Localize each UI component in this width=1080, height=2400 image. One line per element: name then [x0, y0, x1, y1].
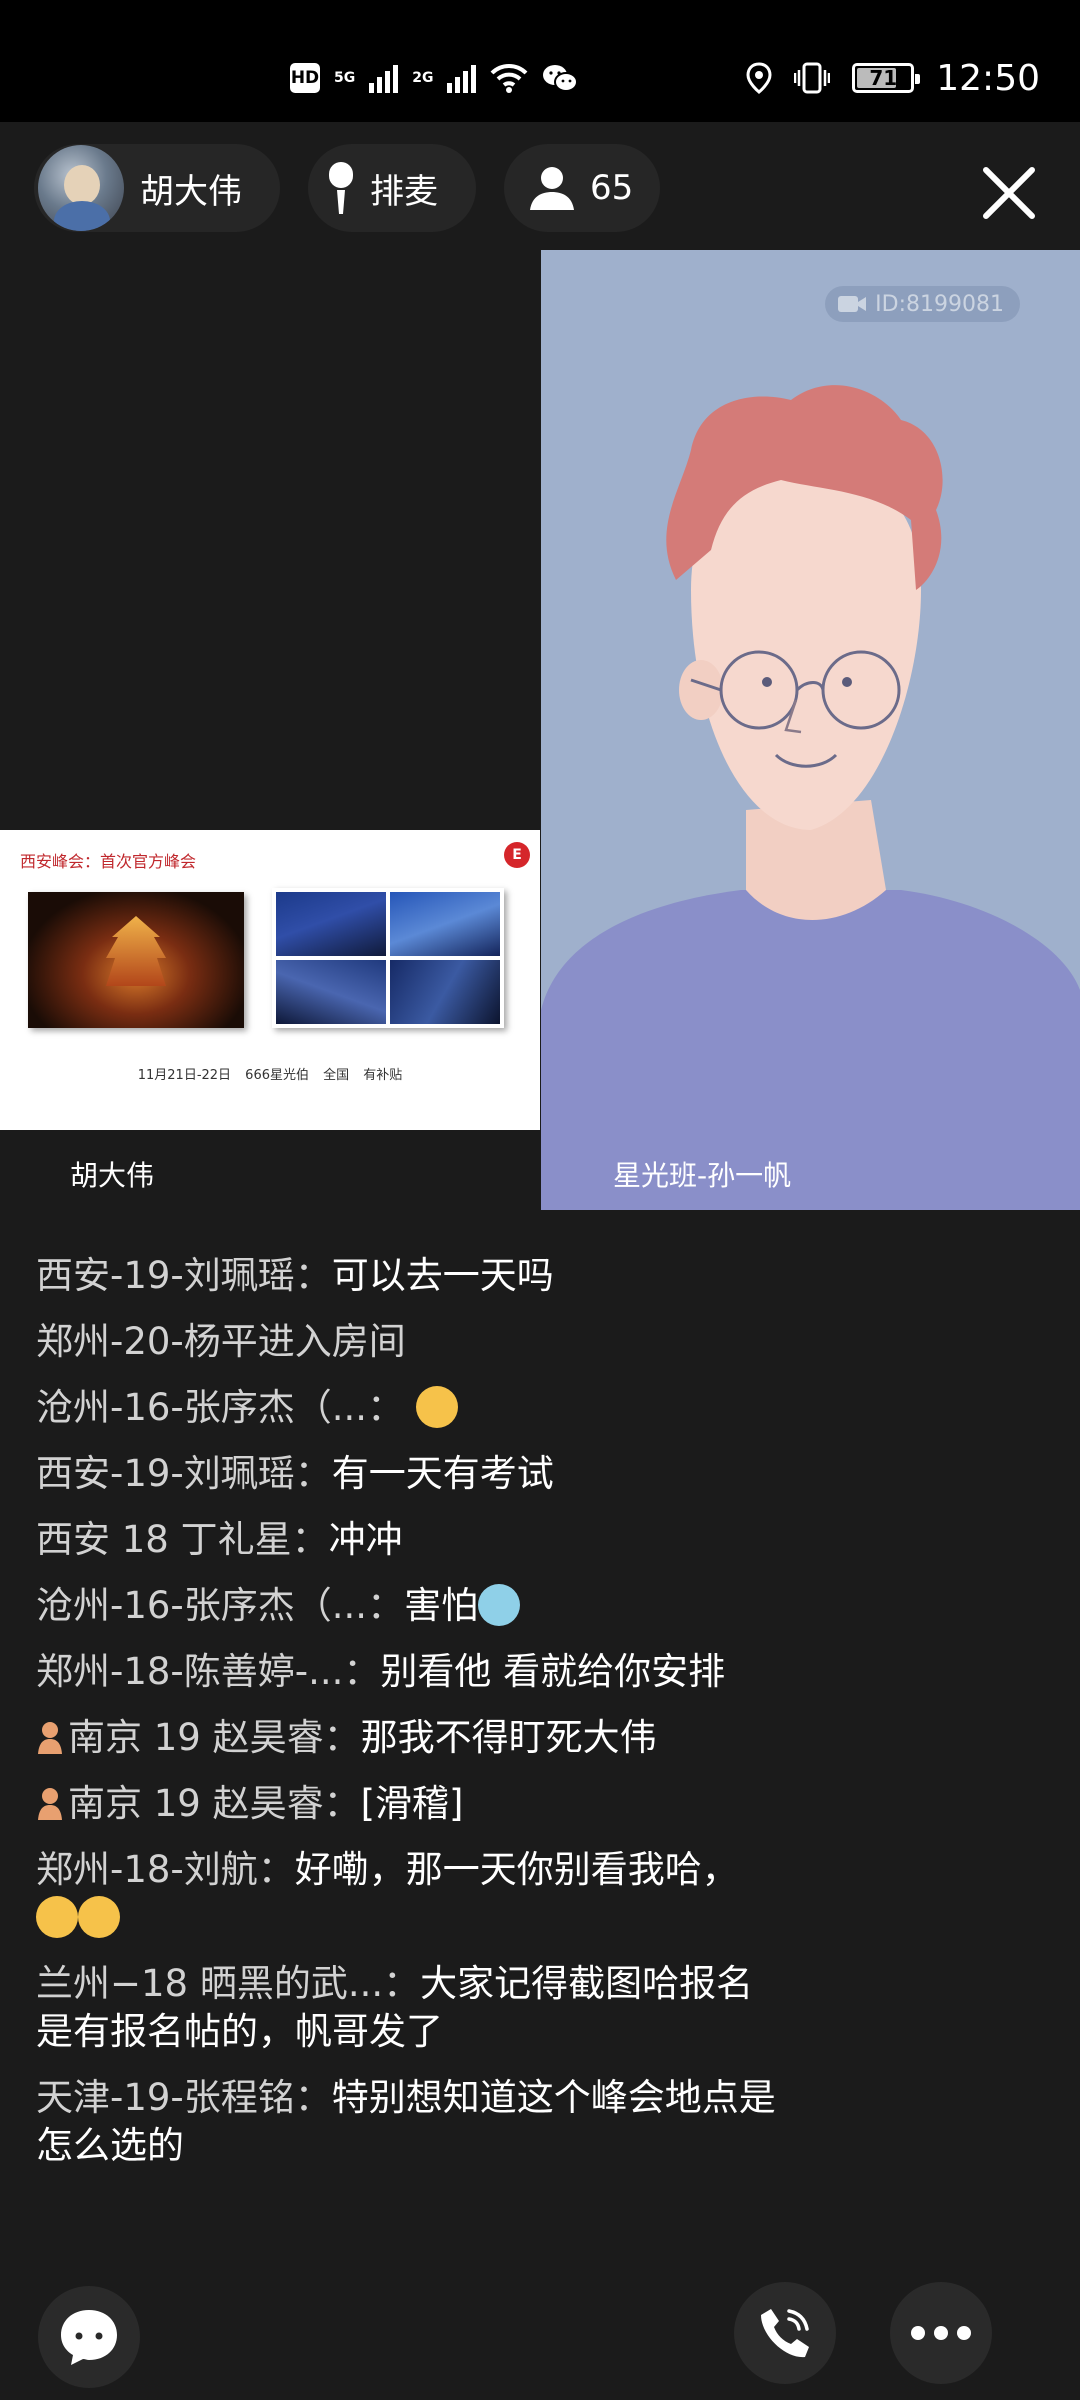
- network-5g-label: 5G: [334, 70, 356, 86]
- chat-message: 天津-19-张程铭：特别想知道这个峰会地点是怎么选的: [36, 2076, 776, 2167]
- person-icon: [530, 167, 574, 210]
- wechat-icon: [542, 63, 579, 93]
- chat-message: 兰州−18 晒黑的武...：大家记得截图哈报名是有报名帖的，帆哥发了: [36, 1962, 754, 2053]
- chat-bubble-icon: [61, 2310, 117, 2365]
- status-right: 71 12:50: [746, 56, 1040, 100]
- event-photo-grid: [272, 888, 504, 1028]
- viewer-count-button[interactable]: 65: [504, 144, 660, 232]
- status-left: HD 5G 2G: [290, 56, 579, 100]
- chat-message: 西安 18 丁礼星：冲冲: [36, 1518, 403, 1561]
- chat-message: 郑州-18-刘航：好嘞，那一天你别看我哈，: [36, 1846, 776, 1942]
- chat-input-button[interactable]: [38, 2286, 140, 2388]
- slide-logo: E: [504, 842, 530, 868]
- slide-caption: 11月21日-22日 666星光伯 全国 有补贴: [137, 1068, 403, 1083]
- mic-queue-label: 排麦: [370, 171, 438, 212]
- chat-message-truncated: · · · · · · · · · · · · · · · ·: [36, 1224, 776, 1240]
- more-options-button[interactable]: [890, 2282, 992, 2384]
- location-icon: [746, 62, 772, 94]
- guest-video-tile[interactable]: ID:8199081 星光班-孙一帆: [541, 250, 1080, 1210]
- thinking-emoji-icon: [36, 1896, 78, 1938]
- user-badge-icon: [38, 1722, 62, 1754]
- chat-message: 西安-19-刘珮瑶：可以去一天吗: [36, 1254, 554, 1297]
- host-video-tile[interactable]: 西安峰会：首次官方峰会 E 11月21日-22日 666星光伯 全国 有补贴 胡…: [0, 250, 540, 1210]
- mic-queue-button[interactable]: 排麦: [308, 144, 476, 232]
- room-header: 胡大伟 排麦 65: [0, 122, 1080, 250]
- cartoon-person-illustration: [541, 250, 1080, 1210]
- signal-icon: [369, 63, 399, 93]
- video-camera-icon: [838, 296, 867, 312]
- chat-message: 南京 19 赵昊睿：那我不得盯死大伟: [36, 1714, 776, 1762]
- microphone-icon: [329, 162, 353, 214]
- shared-slide: 西安峰会：首次官方峰会 E 11月21日-22日 666星光伯 全国 有补贴: [0, 830, 540, 1130]
- scream-emoji-icon: [478, 1584, 521, 1626]
- phone-icon: [761, 2309, 809, 2358]
- guest-video-name: 星光班-孙一帆: [613, 1159, 792, 1192]
- more-icon: [911, 2326, 971, 2340]
- chat-list[interactable]: · · · · · · · · · · · · · · · · 西安-19-刘珮…: [36, 1224, 776, 2188]
- chat-message: 沧州-16-张序杰（...：: [36, 1384, 776, 1432]
- chat-system-message: 郑州-20-杨平进入房间: [36, 1320, 406, 1363]
- battery-icon: 71: [852, 63, 921, 93]
- vibrate-icon: [794, 61, 831, 95]
- chat-message: 沧州-16-张序杰（...：害怕: [36, 1582, 776, 1630]
- network-2g-label: 2G: [412, 70, 434, 86]
- blush-emoji-icon: [415, 1386, 458, 1428]
- bell-tower-photo: [28, 892, 244, 1028]
- user-badge-icon: [38, 1788, 62, 1820]
- hd-icon: HD: [290, 63, 320, 93]
- status-bar: HD 5G 2G 71 12:50: [0, 0, 1080, 122]
- chat-message: 南京 19 赵昊睿：[滑稽]: [36, 1780, 776, 1828]
- viewer-count: 65: [590, 168, 634, 208]
- host-name: 胡大伟: [140, 171, 242, 212]
- chat-message: 郑州-18-陈善婷-...：别看他 看就给你安排: [36, 1650, 726, 1693]
- call-button[interactable]: [734, 2282, 836, 2384]
- thinking-emoji-icon: [78, 1896, 120, 1938]
- avatar: [38, 145, 124, 231]
- host-profile-button[interactable]: 胡大伟: [34, 144, 280, 232]
- close-icon[interactable]: [978, 162, 1040, 224]
- chat-message: 西安-19-刘珮瑶：有一天有考试: [36, 1452, 554, 1495]
- signal-icon: [447, 63, 477, 93]
- clock: 12:50: [936, 57, 1040, 99]
- slide-title: 西安峰会：首次官方峰会: [20, 852, 197, 871]
- host-video-name: 胡大伟: [70, 1159, 155, 1192]
- wifi-icon: [490, 63, 528, 93]
- room-id-badge: ID:8199081: [825, 286, 1020, 322]
